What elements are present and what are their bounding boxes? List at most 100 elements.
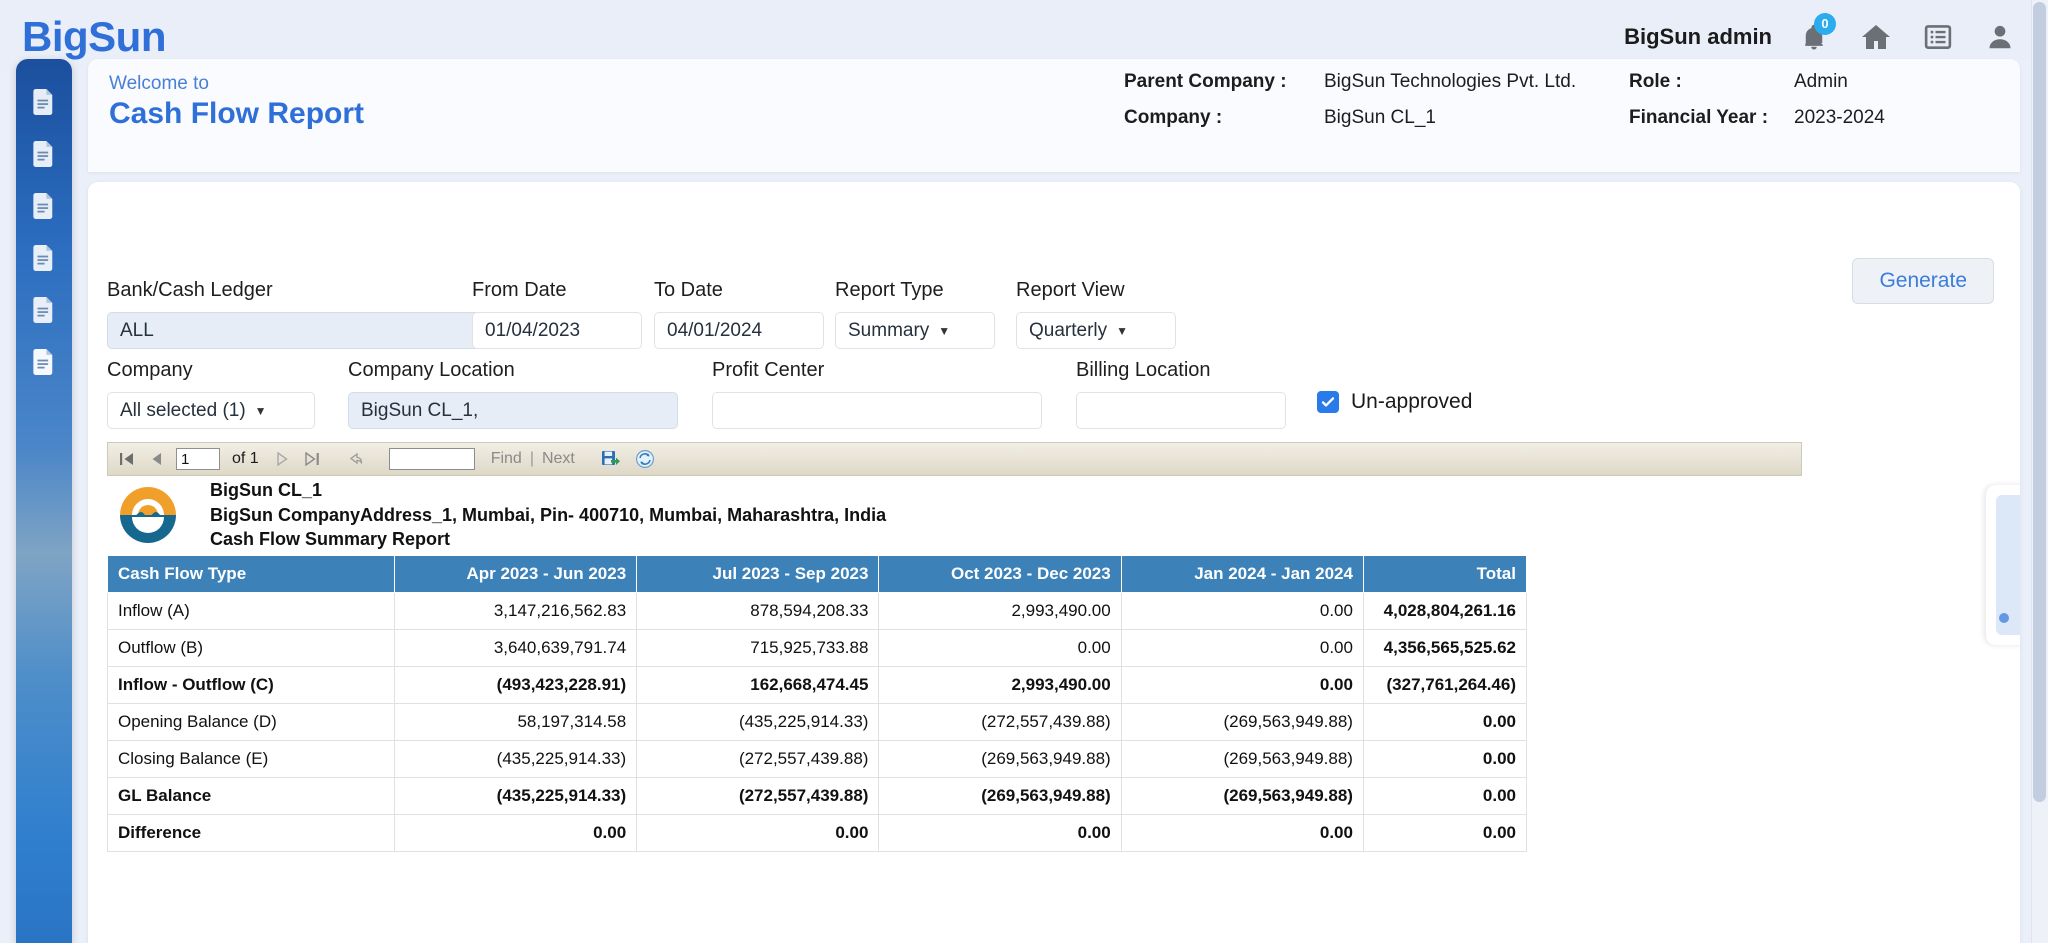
column-header-q2: Jul 2023 - Sep 2023 <box>637 556 879 593</box>
app-logo[interactable]: BigSun <box>22 13 166 61</box>
check-icon <box>1321 395 1335 409</box>
prev-page-icon[interactable] <box>146 448 168 470</box>
role-label: Role : <box>1629 71 1794 93</box>
unapproved-checkbox-group[interactable]: Un-approved <box>1317 390 1472 414</box>
right-side-panel[interactable] <box>1986 485 2020 645</box>
report-letterhead: BigSun CL_1 BigSun CompanyAddress_1, Mum… <box>112 479 886 555</box>
page-count-label: of 1 <box>232 450 259 468</box>
billing-location-input[interactable] <box>1076 392 1286 429</box>
chevron-down-icon: ▼ <box>938 324 950 338</box>
notifications-button[interactable]: 0 <box>1794 17 1834 57</box>
user-profile-button[interactable] <box>1980 17 2020 57</box>
ledger-input[interactable]: ALL <box>107 312 487 349</box>
user-name-label: BigSun admin <box>1624 24 1772 50</box>
page-scrollbar[interactable] <box>2031 0 2048 943</box>
company-multiselect[interactable]: All selected (1) ▼ <box>107 392 315 429</box>
row-value: 878,594,208.33 <box>637 593 879 630</box>
to-date-input[interactable]: 04/01/2024 <box>654 312 824 349</box>
report-type-select[interactable]: Summary ▼ <box>835 312 995 349</box>
company-value: BigSun CL_1 <box>1324 107 1629 129</box>
row-value: (493,423,228.91) <box>394 667 636 704</box>
user-icon <box>1985 22 2015 52</box>
row-value: (272,557,439.88) <box>879 704 1121 741</box>
next-page-icon[interactable] <box>271 448 293 470</box>
sidebar-item-report-5[interactable] <box>33 297 55 323</box>
generate-button-wrapper: Generate <box>1852 258 1994 304</box>
row-value: 715,925,733.88 <box>637 630 879 667</box>
unapproved-checkbox[interactable] <box>1317 391 1339 413</box>
row-label: Inflow - Outflow (C) <box>108 667 395 704</box>
table-row: Outflow (B)3,640,639,791.74715,925,733.8… <box>108 630 1527 667</box>
report-body-card: Generate Bank/Cash Ledger ALL From Date … <box>88 182 2020 943</box>
welcome-text: Welcome to <box>109 73 209 95</box>
row-value: 4,028,804,261.16 <box>1363 593 1526 630</box>
row-label: Outflow (B) <box>108 630 395 667</box>
row-value: (272,557,439.88) <box>637 778 879 815</box>
table-row: Closing Balance (E)(435,225,914.33)(272,… <box>108 741 1527 778</box>
parent-company-label: Parent Company : <box>1124 71 1324 93</box>
company-label: Company : <box>1124 107 1324 129</box>
find-input[interactable] <box>389 448 475 470</box>
sidebar <box>16 59 72 943</box>
home-button[interactable] <box>1856 17 1896 57</box>
report-company-name: BigSun CL_1 <box>210 481 886 501</box>
context-row-company: Company : BigSun CL_1 Financial Year : 2… <box>1124 107 1885 143</box>
row-label: Inflow (A) <box>108 593 395 630</box>
menu-list-button[interactable] <box>1918 17 1958 57</box>
page-header-card: Welcome to Cash Flow Report Parent Compa… <box>88 59 2020 172</box>
row-value: 0.00 <box>1121 630 1363 667</box>
sidebar-item-report-3[interactable] <box>33 193 55 219</box>
row-value: 3,640,639,791.74 <box>394 630 636 667</box>
company-location-input[interactable]: BigSun CL_1, <box>348 392 678 429</box>
row-value: 2,993,490.00 <box>879 593 1121 630</box>
column-header-q3: Oct 2023 - Dec 2023 <box>879 556 1121 593</box>
page-number-input[interactable] <box>176 448 220 470</box>
row-value: 3,147,216,562.83 <box>394 593 636 630</box>
profit-center-input[interactable] <box>712 392 1042 429</box>
sidebar-item-report-4[interactable] <box>33 245 55 271</box>
table-row: Inflow - Outflow (C)(493,423,228.91)162,… <box>108 667 1527 704</box>
row-value: (269,563,949.88) <box>879 778 1121 815</box>
first-page-icon[interactable] <box>116 448 138 470</box>
next-link[interactable]: Next <box>542 450 575 468</box>
row-value: 0.00 <box>1121 593 1363 630</box>
page-scrollbar-thumb[interactable] <box>2033 2 2046 802</box>
sidebar-item-report-1[interactable] <box>33 89 55 115</box>
report-title: Cash Flow Summary Report <box>210 530 886 550</box>
export-icon[interactable] <box>599 448 625 470</box>
financial-year-label: Financial Year : <box>1629 107 1794 129</box>
row-value: 0.00 <box>1363 815 1526 852</box>
billing-location-label: Billing Location <box>1076 359 1326 382</box>
refresh-icon[interactable] <box>633 448 657 470</box>
last-page-icon[interactable] <box>301 448 323 470</box>
table-row: Inflow (A)3,147,216,562.83878,594,208.33… <box>108 593 1527 630</box>
row-label: Difference <box>108 815 395 852</box>
column-header-cash-flow-type: Cash Flow Type <box>108 556 395 593</box>
unapproved-label: Un-approved <box>1351 390 1472 414</box>
row-value: 162,668,474.45 <box>637 667 879 704</box>
row-label: Closing Balance (E) <box>108 741 395 778</box>
report-view-label: Report View <box>1016 279 1196 302</box>
row-value: 2,993,490.00 <box>879 667 1121 704</box>
chevron-down-icon: ▼ <box>1116 324 1128 338</box>
profit-center-label: Profit Center <box>712 359 962 382</box>
generate-button[interactable]: Generate <box>1852 258 1994 304</box>
back-to-parent-icon[interactable] <box>345 448 367 470</box>
parent-company-value: BigSun Technologies Pvt. Ltd. <box>1324 71 1629 93</box>
find-link[interactable]: Find <box>491 450 522 468</box>
row-value: 0.00 <box>1121 667 1363 704</box>
sidebar-item-report-2[interactable] <box>33 141 55 167</box>
report-view-select[interactable]: Quarterly ▼ <box>1016 312 1176 349</box>
role-value: Admin <box>1794 71 1848 93</box>
context-row-parent-company: Parent Company : BigSun Technologies Pvt… <box>1124 71 1885 107</box>
sidebar-item-report-6[interactable] <box>33 349 55 375</box>
row-value: (435,225,914.33) <box>394 741 636 778</box>
row-value: (435,225,914.33) <box>637 704 879 741</box>
page-content: Welcome to Cash Flow Report Parent Compa… <box>88 59 2036 943</box>
list-icon <box>1923 22 1953 52</box>
toolbar-separator: | <box>530 450 534 468</box>
report-view-value: Quarterly <box>1029 320 1107 342</box>
from-date-input[interactable]: 01/04/2023 <box>472 312 642 349</box>
to-date-label: To Date <box>654 279 824 302</box>
cash-flow-table-header: Cash Flow Type Apr 2023 - Jun 2023 Jul 2… <box>108 556 1527 593</box>
